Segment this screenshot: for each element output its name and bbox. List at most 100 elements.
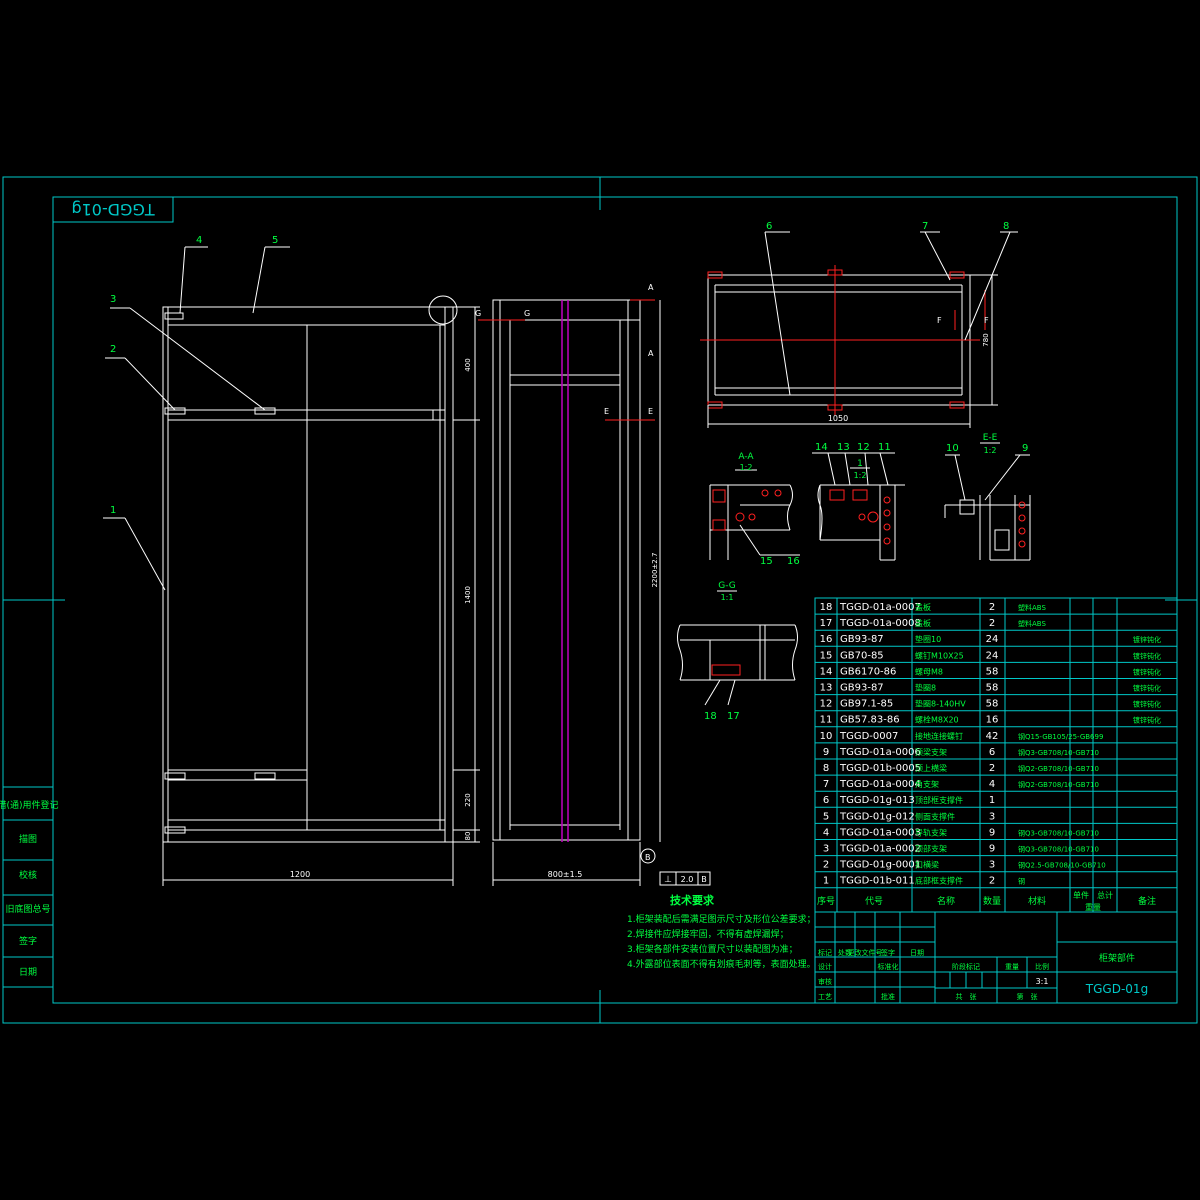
bom-row-3-no: 3 bbox=[823, 844, 829, 855]
bom-row-18-code: TGGD-01a-0007 bbox=[839, 602, 921, 613]
bom-row-16-qty: 24 bbox=[986, 634, 999, 645]
bom-row-12-qty: 58 bbox=[986, 699, 999, 710]
bom-row-17-name: 盖板 bbox=[915, 618, 931, 628]
side-cell-4: 日期 bbox=[19, 967, 37, 978]
bom-row-18-material: 塑料ABS bbox=[1018, 603, 1046, 612]
bom-row-8-code: TGGD-01b-0005 bbox=[839, 763, 921, 774]
balloon-2: 2 bbox=[110, 344, 116, 355]
bom-row-7-name: 角支架 bbox=[915, 779, 939, 789]
bom-row-15-qty: 24 bbox=[986, 650, 999, 661]
detail-ee-labels: E-E 1:2 10 9 bbox=[946, 433, 1028, 455]
detail-aa bbox=[709, 469, 800, 560]
bom-row-17-qty: 2 bbox=[989, 618, 995, 629]
bom-row-7-no: 7 bbox=[823, 779, 829, 790]
tech-item-1: 1.柜架装配后需满足图示尺寸及形位公差要求； bbox=[627, 913, 816, 925]
bom-row-11-code: GB57.83-86 bbox=[840, 715, 900, 726]
tb-sign: 签字 bbox=[881, 948, 895, 957]
bom-header-unit: 单件 bbox=[1073, 890, 1089, 900]
bom-row-13-note: 镀锌钝化 bbox=[1133, 684, 1161, 693]
bom-row-3-code: TGGD-01a-0002 bbox=[839, 844, 921, 855]
bom-row-3-name: 顶部支架 bbox=[915, 844, 947, 854]
bom-row-8-name: 顶上横梁 bbox=[915, 763, 947, 773]
tb-date: 日期 bbox=[910, 949, 924, 957]
bom-row-4-qty: 9 bbox=[989, 827, 995, 838]
bom-row-5-code: TGGD-01g-012 bbox=[839, 811, 915, 822]
balloon-18: 18 bbox=[704, 711, 717, 722]
bom-row-6-qty: 1 bbox=[989, 795, 995, 806]
title-block: 标记 处数 更改文件号 签字 日期 设计 标准化 审核 工艺 批准 阶段标记 重… bbox=[814, 911, 1178, 1004]
bom-header-qty: 数量 bbox=[983, 895, 1001, 907]
bom-header-name: 名称 bbox=[937, 895, 955, 907]
bom-row-4-no: 4 bbox=[823, 827, 829, 838]
bom-row-15-no: 15 bbox=[820, 650, 833, 661]
balloon-15: 15 bbox=[760, 556, 773, 567]
bom-row-10-qty: 42 bbox=[986, 731, 999, 742]
bom-row-1-name: 底部框支撑件 bbox=[915, 876, 963, 886]
bom-row-2-no: 2 bbox=[823, 860, 829, 871]
tb-scale-value: 3:1 bbox=[1036, 977, 1049, 986]
bom-row-18-no: 18 bbox=[820, 602, 833, 613]
tb-check: 审核 bbox=[818, 977, 832, 986]
tb-weight: 重量 bbox=[1005, 963, 1019, 971]
bom-row-5-name: 侧面支撑件 bbox=[915, 811, 955, 821]
bom-row-6-no: 6 bbox=[823, 795, 829, 806]
detail-gg-labels: G-G 1:1 18 17 bbox=[704, 581, 740, 722]
bom-row-10-no: 10 bbox=[820, 731, 833, 742]
bom-row-16-code: GB93-87 bbox=[840, 634, 884, 645]
bom-header-code: 代号 bbox=[865, 896, 883, 907]
bom-row-1-code: TGGD-01b-011 bbox=[839, 876, 915, 887]
dim-plan-width: 1050 bbox=[828, 414, 848, 423]
title-name: 柜架部件 bbox=[1099, 952, 1135, 964]
tb-change-doc: 更改文件号 bbox=[848, 948, 883, 957]
bom-row-5-qty: 3 bbox=[989, 811, 995, 822]
title-code: TGGD-01g bbox=[1085, 982, 1148, 996]
side-cell-1: 旧底图总号 bbox=[5, 903, 50, 915]
mark-a-top: A bbox=[648, 283, 654, 292]
balloon-7: 7 bbox=[922, 221, 928, 232]
balloon-6: 6 bbox=[766, 221, 772, 232]
mark-f-right: F bbox=[984, 316, 989, 325]
section-i-scale: 1:2 bbox=[854, 471, 867, 480]
bom-row-16-note: 镀锌钝化 bbox=[1133, 635, 1161, 644]
bom-row-11-name: 螺栓M8X20 bbox=[915, 715, 959, 725]
bom-row-13-code: GB93-87 bbox=[840, 683, 884, 694]
bom-row-4-code: TGGD-01a-0003 bbox=[839, 827, 921, 838]
tb-std: 标准化 bbox=[878, 962, 899, 971]
front-labels: 4 5 3 2 1 1200 400 1400 220 80 bbox=[110, 235, 472, 879]
mark-f-left: F bbox=[937, 316, 942, 325]
balloon-8: 8 bbox=[1003, 221, 1009, 232]
mark-g-right: G bbox=[524, 309, 530, 318]
bom-row-4-material: 钢Q3-GB708/10-GB710 bbox=[1018, 828, 1099, 837]
tech-item-4: 4.外露部位表面不得有划痕毛刺等，表面处理。 bbox=[627, 958, 816, 970]
section-aa-title: A-A bbox=[738, 452, 754, 462]
bom-row-4-name: 导轨支架 bbox=[915, 827, 947, 837]
side-view bbox=[478, 299, 711, 886]
balloon-12: 12 bbox=[857, 442, 870, 453]
bom-row-15-note: 镀锌钝化 bbox=[1133, 651, 1161, 660]
bom-row-9-code: TGGD-01a-0006 bbox=[839, 747, 921, 758]
bom-header-no: 序号 bbox=[817, 895, 835, 907]
bom-row-14-code: GB6170-86 bbox=[840, 666, 896, 677]
bom-row-13-qty: 58 bbox=[986, 683, 999, 694]
bom-row-12-no: 12 bbox=[820, 699, 833, 710]
bom-row-2-code: TGGD-01g-0001 bbox=[839, 860, 921, 871]
balloon-11: 11 bbox=[878, 442, 891, 453]
bom-header-weight: 重量 bbox=[1085, 902, 1101, 912]
bom-row-8-no: 8 bbox=[823, 763, 829, 774]
side-cell-0: 借(通)用件登记 bbox=[0, 799, 59, 811]
bom-row-8-qty: 2 bbox=[989, 763, 995, 774]
bom-header-material: 材料 bbox=[1028, 895, 1046, 907]
bom-row-7-qty: 4 bbox=[989, 779, 995, 790]
detail-i bbox=[812, 452, 905, 561]
tb-sheets: 共 张 bbox=[956, 992, 977, 1001]
tech-requirements: 技术要求 1.柜架装配后需满足图示尺寸及形位公差要求； 2.焊接件应焊接牢固，不… bbox=[627, 893, 816, 970]
dim-side-height: 2200±2.7 bbox=[651, 553, 659, 588]
dim-front-h3: 220 bbox=[464, 793, 472, 806]
balloon-14: 14 bbox=[815, 442, 828, 453]
bom-header-note: 备注 bbox=[1138, 895, 1156, 907]
cad-drawing-canvas: TGGD-01g 借(通)用件登记 描图 校核 旧底图总号 签字 日期 4 5 … bbox=[0, 176, 1198, 1024]
balloon-3: 3 bbox=[110, 294, 116, 305]
bom-row-1-material: 钢 bbox=[1018, 877, 1025, 886]
section-ee-scale: 1:2 bbox=[984, 446, 997, 455]
section-aa-scale: 1:2 bbox=[740, 463, 753, 472]
